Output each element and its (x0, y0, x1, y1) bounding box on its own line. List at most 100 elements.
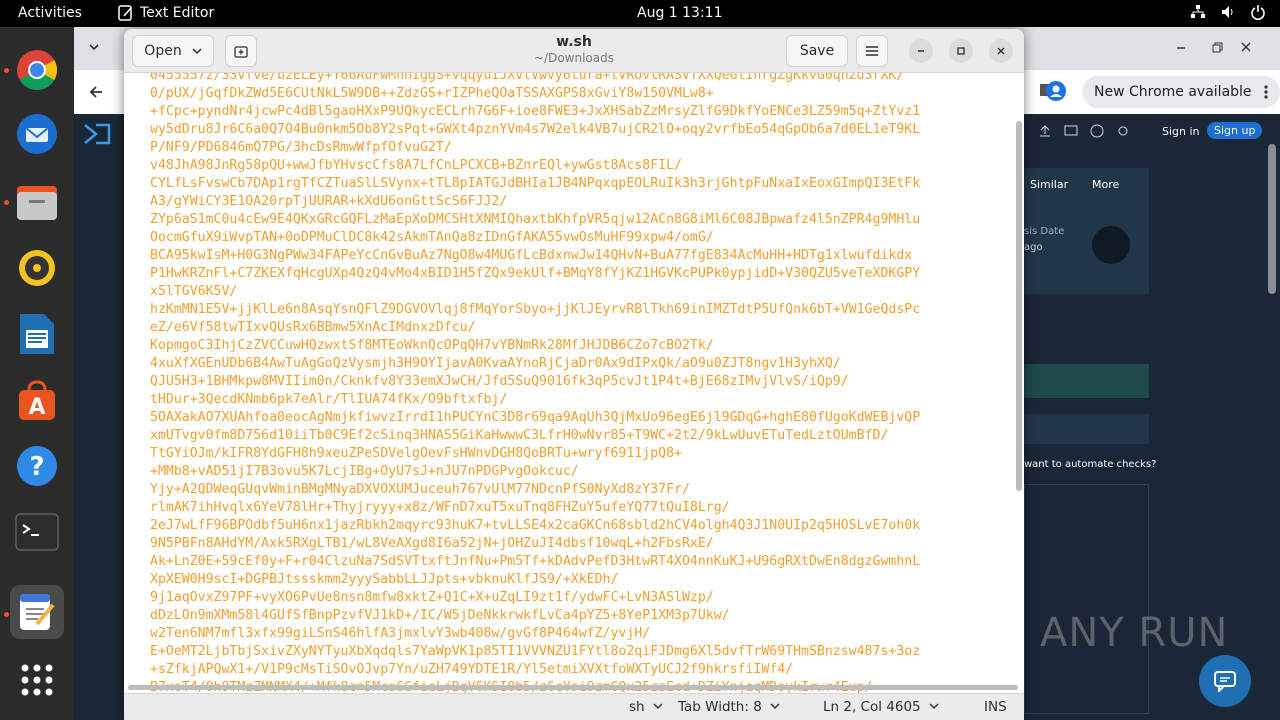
volume-icon (1222, 6, 1233, 18)
text-editor-icon (118, 5, 132, 21)
insert-mode[interactable]: INS (984, 699, 1007, 715)
close-icon[interactable] (1240, 41, 1252, 53)
code-line[interactable]: v48JhA98JnRg58pQU+wwJfbYHvscCfs8A7LfCnLP… (150, 157, 920, 175)
upload-icon[interactable] (1038, 124, 1052, 138)
code-line[interactable]: xmUTvgv0fm8D756d10iiTb0C9Ef2cSinq3HNAS5G… (150, 427, 920, 445)
maximize-button[interactable] (949, 39, 973, 63)
minimize-icon[interactable] (1175, 42, 1187, 54)
main-menu-button[interactable] (856, 35, 888, 67)
minimize-button[interactable] (909, 39, 933, 63)
app-name: Text Editor (140, 5, 215, 21)
profile-icon[interactable] (1046, 81, 1066, 101)
code-line[interactable]: OocmGfuX9iWvpTAN+0oDPMuClDC8k42sAkmTAnQa… (150, 229, 920, 247)
code-line[interactable]: w2Ten6NM7mfl3xfx99giLSnS46hlfA3jmxlvY3wb… (150, 625, 920, 643)
code-line[interactable]: Ak+LnZ0E+59cEf0y+F+r04ClzuNa7SdSVTtxftJn… (150, 553, 920, 571)
system-tray[interactable] (1190, 4, 1266, 20)
terminal-launcher[interactable] (10, 505, 64, 559)
app-menu[interactable]: Text Editor (118, 5, 214, 21)
text-editor-icon (20, 594, 55, 630)
code-line[interactable]: 4xuXfXGEnUDb6B4AwTuAgGoQzVysmjh3H9OYIjav… (150, 355, 920, 373)
code-line[interactable]: 9N5PBFn8AHdYM/Axk5RXgLTB1/wL8VeAXgd8I6a5… (150, 535, 920, 553)
code-line[interactable]: CYLfLsFvswCb7DAp1rgTfCZTuaSlLSVynx+tTL8p… (150, 175, 920, 193)
rhythmbox-icon (19, 250, 55, 286)
cursor-position-label: Ln 2, Col 4605 (823, 699, 921, 715)
tab-width-selector[interactable]: Tab Width: 8 (678, 699, 780, 715)
rhythmbox-launcher[interactable] (10, 241, 64, 295)
code-line[interactable]: +MMb8+vAD51jI7B3ovu5K7LcjIBg+OyU7sJ+nJU7… (150, 463, 920, 481)
code-line[interactable]: 9j1aqOvxZ97PF+vyXO6PvUe8nsn8mfw8xktZ+Q1C… (150, 589, 920, 607)
code-line[interactable]: eZ/e6Vf58twTIxvQUsRx6BBmw5XnAcIMdnxzDfcu… (150, 319, 920, 337)
hamburger-menu-icon (866, 46, 878, 56)
code-line[interactable]: Yjy+A2QDWeqGUqvWminBMgMNyaDXVOXUMJuceuh7… (150, 481, 920, 499)
tab-width-label: Tab Width: 8 (678, 699, 762, 715)
more-button[interactable]: More (1092, 178, 1119, 191)
chrome-icon (17, 50, 57, 90)
new-tab-button[interactable] (225, 35, 257, 67)
cursor-position[interactable]: Ln 2, Col 4605 (823, 699, 939, 715)
files-launcher[interactable] (10, 175, 64, 229)
writer-launcher[interactable] (10, 307, 64, 361)
code-line[interactable]: dDzLOn9mXMm58l4GUfSfBnpPzvfVJ1kD+/IC/W5j… (150, 607, 920, 625)
code-line[interactable]: 5OAXakAO7XUAhfoa0eocAgNmjkfiwvzIrrdI1hPU… (150, 409, 920, 427)
horizontal-scrollbar[interactable] (128, 685, 1018, 690)
vertical-scrollbar[interactable] (1016, 121, 1022, 491)
code-line[interactable]: +sZfkjAPQwX1+/V1P9cMsTiSOvOJvp7Yn/uZH749… (150, 661, 920, 679)
restore-icon[interactable] (1211, 42, 1223, 54)
code-line[interactable]: rlmAK7ihHvqlx6YeV78lHr+Thyjryyy+x8z/WFnD… (150, 499, 920, 517)
status-bar: sh Tab Width: 8 Ln 2, Col 4605 INS (124, 693, 1024, 720)
signup-button[interactable]: Sign up (1207, 122, 1263, 139)
document-icon[interactable] (1092, 226, 1130, 264)
page-scrollbar[interactable] (1268, 144, 1276, 294)
watermark: ANY RUN (1040, 610, 1229, 656)
network-icon (1191, 5, 1205, 18)
code-line[interactable]: x5lTGV6K5V/ (150, 283, 920, 301)
chevron-down-icon[interactable] (88, 41, 100, 53)
code-line[interactable]: 0/pUX/jGqfDkZWd5E6CUtNkL5W9DB++ZdzGS+rIZ… (150, 85, 920, 103)
code-line[interactable]: tHDur+3QecdKNmb6pk7eAlr/TlIUA74fKx/O9bft… (150, 391, 920, 409)
automate-text: want to automate checks? (1024, 459, 1157, 470)
chevron-down-icon (929, 703, 939, 709)
text-editor-launcher[interactable] (10, 585, 64, 639)
close-button[interactable] (989, 39, 1013, 63)
code-line[interactable]: A3/gYWiCY3E1OA20rpTjUURAR+kXdU6onGttScS6… (150, 193, 920, 211)
new-chrome-button[interactable]: New Chrome available (1082, 76, 1280, 108)
running-indicator (4, 612, 9, 617)
app-center-launcher[interactable]: A (10, 373, 64, 427)
open-button[interactable]: Open (132, 35, 214, 67)
text-view[interactable]: 0455557z/33vfve/bzELEy+Y66AuFwMnnIggS+vq… (124, 73, 1024, 693)
code-line[interactable]: wy5dDru8Jr6C6a0Q7O4Bu0nkm5Ob8Y2sPqt+GWXt… (150, 121, 920, 139)
code-line[interactable]: E+OeMT2LjbTbjSxivZXyNYTyuXbXqdqls7YaWpVK… (150, 643, 920, 661)
code-line[interactable]: P/NF9/PD6846mQ7PG/3hcDsRmwWfpfOfvuG2T/ (150, 139, 920, 157)
help-circle-icon[interactable] (1090, 124, 1104, 138)
site-logo-icon[interactable] (82, 122, 112, 146)
code-line[interactable]: XpXEW0H9scI+DGPBJtssskmm2yyySabbLLJJpts+… (150, 571, 920, 589)
similar-button[interactable]: Similar (1030, 178, 1068, 191)
language-selector[interactable]: sh (629, 699, 663, 715)
notification-icon[interactable] (1064, 124, 1078, 138)
help-launcher[interactable]: ? (10, 439, 64, 493)
signin-link[interactable]: Sign in (1162, 125, 1200, 138)
code-lines[interactable]: 0455557z/33vfve/bzELEy+Y66AuFwMnnIggS+vq… (150, 73, 920, 693)
code-line[interactable]: 2eJ7wLfF96BPOdbf5uH6nx1jazRbkh2mqyrc93hu… (150, 517, 920, 535)
back-icon[interactable] (88, 84, 104, 100)
thunderbird-launcher[interactable] (10, 107, 64, 161)
clock[interactable]: Aug 1 13:11 (637, 5, 723, 21)
code-line[interactable]: QJU5H3+1BHMkpw8MVIIim0n/Cknkfv8Y33emXJwC… (150, 373, 920, 391)
code-line[interactable]: KopmgoC3IhjCzZVCCuwHQzwxtSf8MTEoWknQcOPq… (150, 337, 920, 355)
code-line[interactable]: 0455557z/33vfve/bzELEy+Y66AuFwMnnIggS+vq… (150, 73, 920, 85)
code-line[interactable]: ZYp6aS1mC0u4cEw9E4QKxGRcGQFLzMaEpXoDMCSH… (150, 211, 920, 229)
chrome-launcher[interactable] (10, 43, 64, 97)
save-button[interactable]: Save (786, 35, 848, 67)
activities-button[interactable]: Activities (18, 5, 82, 21)
save-label: Save (799, 43, 835, 59)
code-line[interactable]: +fCpc+pyndNr4jcwPc4dBl5gaoHXxP9UQkycECLr… (150, 103, 920, 121)
chat-button[interactable] (1199, 655, 1251, 707)
chat-icon (1214, 671, 1236, 692)
code-line[interactable]: hzKmMN1E5V+jjKlLe6n8AsqYsnQFlZ9DGVOVlqj8… (150, 301, 920, 319)
code-line[interactable]: TtGYiOJm/kIFR8YdGFH8h9xeuZPeSDVelgOevFsH… (150, 445, 920, 463)
show-apps-button[interactable] (10, 653, 64, 707)
settings-icon[interactable] (1116, 124, 1130, 138)
files-icon (17, 186, 57, 220)
code-line[interactable]: BCA95kwIsM+H0G3NgPWw34FAPeYcCnGvBuAz7NgO… (150, 247, 920, 265)
code-line[interactable]: P1HwKRZnFl+C7ZKEXfqHcgUXp4QzQ4vMo4xBID1H… (150, 265, 920, 283)
